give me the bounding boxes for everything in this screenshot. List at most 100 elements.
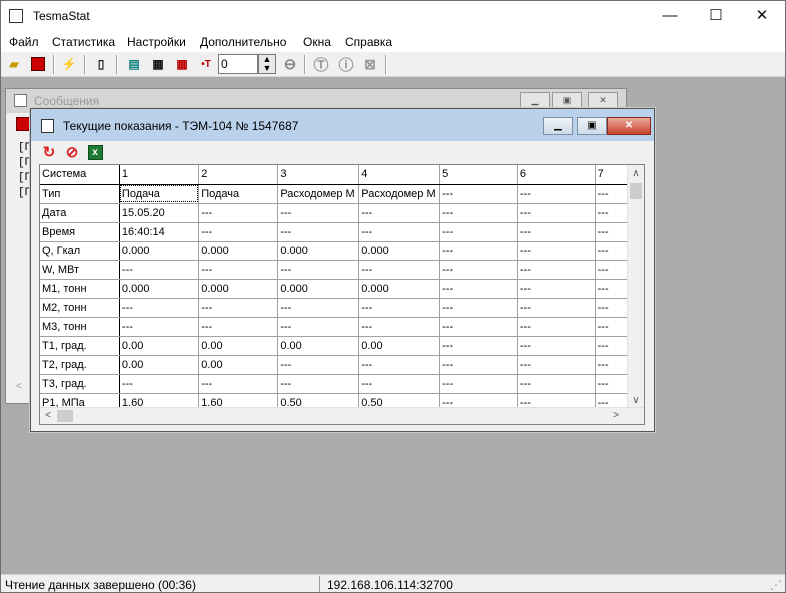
table-cell[interactable]: 0.00: [277, 336, 360, 356]
table-cell[interactable]: 0.00: [358, 336, 441, 356]
table-cell[interactable]: ---: [358, 203, 441, 223]
scroll-thumb[interactable]: [57, 410, 73, 422]
table-cell[interactable]: ---: [439, 241, 518, 261]
table-cell[interactable]: ---: [517, 298, 596, 318]
table-cell[interactable]: 0.000: [119, 241, 200, 261]
table-cell[interactable]: ---: [517, 374, 596, 394]
maximize-button[interactable]: ☐: [693, 1, 739, 31]
table-cell[interactable]: ---: [517, 336, 596, 356]
table-cell[interactable]: ---: [119, 298, 200, 318]
table-cell[interactable]: ---: [277, 355, 360, 375]
table-cell[interactable]: 0.00: [119, 355, 200, 375]
table-cell[interactable]: ---: [439, 222, 518, 242]
table-cell[interactable]: Подача: [119, 184, 200, 204]
table-cell[interactable]: 0.00: [198, 355, 279, 375]
open-icon[interactable]: ▰: [5, 55, 23, 73]
table-cell[interactable]: Расходомер М: [277, 184, 360, 204]
table-cell[interactable]: ---: [517, 279, 596, 299]
table-cell[interactable]: ---: [439, 260, 518, 280]
table-cell[interactable]: 0.000: [277, 241, 360, 261]
table-cell[interactable]: Расходомер М: [358, 184, 441, 204]
table-cell[interactable]: 15.05.20: [119, 203, 200, 223]
table-cell[interactable]: ---: [358, 374, 441, 394]
table-cell[interactable]: ---: [198, 260, 279, 280]
table-cell[interactable]: ---: [439, 298, 518, 318]
table-cell[interactable]: 0.000: [198, 241, 279, 261]
messages-save-icon[interactable]: [16, 117, 30, 131]
menu-statistics[interactable]: Статистика: [52, 35, 115, 49]
calendar-icon[interactable]: ▤: [125, 55, 143, 73]
vertical-scrollbar[interactable]: ∧ ∨: [627, 165, 644, 409]
table-cell[interactable]: ---: [198, 222, 279, 242]
table-cell[interactable]: ---: [517, 222, 596, 242]
messages-restore-button[interactable]: ▣: [552, 92, 582, 108]
excel-export-icon[interactable]: x: [86, 143, 104, 161]
table-cell[interactable]: ---: [439, 203, 518, 223]
table-cell[interactable]: ---: [358, 298, 441, 318]
readings-grid[interactable]: Система 1 2 3 4 5 6 7 Тип Подача Подача Расходомер …: [39, 164, 645, 425]
menu-additional[interactable]: Дополнительно: [200, 35, 286, 49]
menu-windows[interactable]: Окна: [303, 35, 331, 49]
table-cell[interactable]: 0.00: [119, 336, 200, 356]
readings-minimize-button[interactable]: ▁: [543, 117, 573, 135]
menu-file[interactable]: Файл: [9, 35, 39, 49]
table-icon[interactable]: ▦: [149, 55, 167, 73]
table-cell[interactable]: ---: [198, 203, 279, 223]
table-cell[interactable]: ---: [439, 355, 518, 375]
table-cell[interactable]: ---: [119, 317, 200, 337]
scroll-up-icon[interactable]: ∧: [628, 165, 644, 182]
table-cell[interactable]: ---: [198, 374, 279, 394]
refresh-icon[interactable]: ↻: [40, 143, 58, 161]
device-icon[interactable]: ▯: [92, 55, 110, 73]
scroll-thumb[interactable]: [630, 183, 642, 199]
scroll-left-icon[interactable]: <: [40, 408, 56, 424]
table-cell[interactable]: ---: [358, 317, 441, 337]
table-cell[interactable]: 0.00: [198, 336, 279, 356]
table-cell[interactable]: ---: [358, 355, 441, 375]
quantity-stepper[interactable]: 0: [218, 54, 258, 74]
stop-icon[interactable]: ⊖: [281, 55, 299, 73]
table-cell[interactable]: ---: [277, 260, 360, 280]
table-cell[interactable]: ---: [277, 374, 360, 394]
table-cell[interactable]: ---: [517, 355, 596, 375]
table-cell[interactable]: ---: [277, 222, 360, 242]
table-red-icon[interactable]: ▦: [173, 55, 191, 73]
menu-help[interactable]: Справка: [345, 35, 392, 49]
table-cell[interactable]: ---: [198, 298, 279, 318]
resize-grip-icon[interactable]: ⋰: [770, 578, 782, 592]
cancel-icon[interactable]: ⊘: [63, 143, 81, 161]
table-cell[interactable]: 0.000: [119, 279, 200, 299]
t-icon[interactable]: Ⓣ: [312, 55, 330, 74]
readings-restore-button[interactable]: ▣: [577, 117, 607, 135]
table-cell[interactable]: ---: [358, 222, 441, 242]
close-button[interactable]: ✕: [739, 1, 785, 31]
table-cell[interactable]: ---: [439, 336, 518, 356]
minimize-button[interactable]: —: [647, 1, 693, 31]
table-cell[interactable]: ---: [277, 317, 360, 337]
excel-icon[interactable]: ⊠: [361, 55, 379, 73]
table-cell[interactable]: Подача: [198, 184, 279, 204]
table-cell[interactable]: ---: [277, 203, 360, 223]
readings-close-button[interactable]: ✕: [607, 117, 651, 135]
info-icon[interactable]: ⓘ: [337, 55, 355, 74]
table-cell[interactable]: 0.000: [358, 279, 441, 299]
table-cell[interactable]: ---: [277, 298, 360, 318]
menu-settings[interactable]: Настройки: [127, 35, 186, 49]
table-cell[interactable]: ---: [358, 260, 441, 280]
table-cell[interactable]: ---: [517, 203, 596, 223]
table-cell[interactable]: ---: [439, 184, 518, 204]
connect-icon[interactable]: ⚡: [60, 55, 78, 73]
table-cell[interactable]: 0.000: [358, 241, 441, 261]
table-cell[interactable]: ---: [517, 260, 596, 280]
stepper-arrows-icon[interactable]: ▲ ▼: [258, 54, 276, 74]
table-cell[interactable]: ---: [439, 279, 518, 299]
time-set-icon[interactable]: •T: [197, 55, 215, 73]
table-cell[interactable]: ---: [119, 260, 200, 280]
table-cell[interactable]: 0.000: [198, 279, 279, 299]
table-cell[interactable]: ---: [439, 317, 518, 337]
table-cell[interactable]: ---: [198, 317, 279, 337]
horizontal-scrollbar[interactable]: < >: [40, 407, 644, 424]
table-cell[interactable]: ---: [517, 184, 596, 204]
table-cell[interactable]: 0.000: [277, 279, 360, 299]
table-cell[interactable]: 16:40:14: [119, 222, 200, 242]
